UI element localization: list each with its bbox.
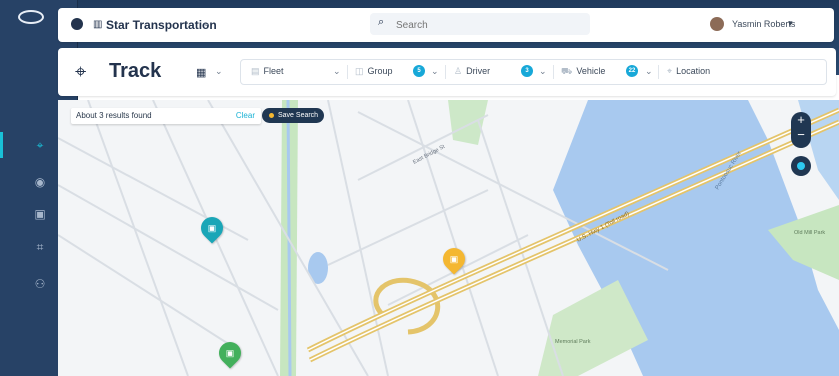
save-search-dot-icon bbox=[269, 113, 274, 118]
user-name[interactable]: Yasmin Roberts bbox=[732, 19, 795, 29]
save-search-button[interactable]: Save Search bbox=[262, 108, 324, 123]
brand-badge-icon bbox=[71, 18, 83, 30]
monitor-sidebar-icon[interactable]: ▣ bbox=[34, 208, 46, 220]
vehicle-count-badge: 22 bbox=[626, 65, 638, 77]
user-menu-chevron-down-icon[interactable]: ▾ bbox=[788, 18, 793, 29]
user-avatar[interactable] bbox=[710, 17, 724, 31]
map-results-search[interactable]: About 3 results found Clear bbox=[71, 108, 261, 124]
group-chevron-down-icon[interactable]: ⌄ bbox=[431, 66, 439, 77]
location-group-icon: ⌖ bbox=[75, 61, 87, 83]
filter-bar: ▤ Fleet ⌄ ◫ Group 5 ⌄ ♙ Driver 3 ⌄ ⛟ Vehicle… bbox=[240, 59, 827, 85]
driver-count-badge: 3 bbox=[521, 65, 533, 77]
network-sidebar-icon[interactable]: ⌗ bbox=[34, 241, 46, 253]
top-navigation-bar: ▥ Star Transportation ⌄ ⌕ Yasmin Roberts… bbox=[58, 8, 834, 42]
street-map[interactable]: U.S. Hwy 1 (Toll road) East Bridge St Po… bbox=[58, 100, 839, 376]
fleet-chevron-down-icon[interactable]: ⌄ bbox=[333, 66, 341, 77]
filter-label: Vehicle bbox=[576, 66, 606, 76]
filter-label: Driver bbox=[466, 66, 491, 76]
filter-group[interactable]: ◫ Group bbox=[355, 66, 393, 77]
filter-location[interactable]: ⌖ Location bbox=[667, 66, 710, 77]
driver-icon: ♙ bbox=[454, 66, 463, 76]
track-sidebar-icon[interactable]: ⌖ bbox=[34, 139, 46, 151]
driver-chevron-down-icon[interactable]: ⌄ bbox=[539, 66, 547, 77]
users-sidebar-icon[interactable]: ⚇ bbox=[34, 278, 46, 290]
car-icon: ▣ bbox=[449, 254, 459, 264]
vehicle-icon: ⛟ bbox=[561, 66, 573, 76]
save-search-label: Save Search bbox=[278, 112, 319, 119]
pin-icon: ⌖ bbox=[667, 66, 673, 76]
filter-fleet[interactable]: ▤ Fleet bbox=[251, 66, 284, 77]
car-icon: ▣ bbox=[225, 348, 235, 358]
results-count: About 3 results found bbox=[76, 111, 152, 120]
locate-button[interactable] bbox=[791, 156, 811, 176]
zoom-out-button[interactable]: − bbox=[791, 127, 811, 142]
filter-divider bbox=[347, 65, 348, 79]
group-count-badge: 5 bbox=[413, 65, 425, 77]
filter-divider bbox=[445, 65, 446, 79]
filter-driver[interactable]: ♙ Driver bbox=[454, 66, 490, 77]
locate-icon bbox=[797, 162, 805, 170]
park-label: Old Mill Park bbox=[794, 230, 825, 236]
global-search-input[interactable] bbox=[394, 15, 578, 35]
page-title: Track bbox=[109, 60, 162, 82]
grid-view-icon[interactable]: ▦ bbox=[196, 66, 206, 79]
car-icon: ▣ bbox=[207, 223, 217, 233]
global-search[interactable]: ⌕ bbox=[370, 13, 590, 35]
filter-label: Fleet bbox=[263, 66, 284, 76]
memorial-park-label: Memorial Park bbox=[555, 339, 591, 345]
company-chevron-down-icon[interactable]: ⌄ bbox=[202, 18, 210, 29]
group-icon: ◫ bbox=[355, 66, 364, 76]
gauge-sidebar-icon[interactable]: ◉ bbox=[34, 176, 46, 188]
filter-divider bbox=[658, 65, 659, 79]
view-chevron-down-icon[interactable]: ⌄ bbox=[215, 66, 223, 77]
filter-vehicle[interactable]: ⛟ Vehicle bbox=[561, 66, 605, 78]
track-page: ⌖ ◉ ▣ ⌗ ⚇ ▥ Star Transportation ⌄ ⌕ Yasm… bbox=[0, 0, 839, 376]
filter-label: Group bbox=[367, 66, 393, 76]
active-sidebar-indicator bbox=[0, 132, 3, 158]
map-canvas[interactable]: U.S. Hwy 1 (Toll road) East Bridge St Po… bbox=[58, 100, 839, 376]
clear-button[interactable]: Clear bbox=[236, 111, 255, 120]
company-logo-icon[interactable] bbox=[18, 10, 44, 24]
filter-label: Location bbox=[676, 66, 711, 76]
search-icon: ⌕ bbox=[378, 16, 385, 28]
fleet-icon: ▤ bbox=[251, 66, 260, 76]
track-header-bar: ⌖ Track ▦ ⌄ ▤ Fleet ⌄ ◫ Group 5 ⌄ ♙ Driver … bbox=[58, 48, 836, 96]
zoom-in-button[interactable]: + bbox=[791, 112, 811, 127]
filter-divider bbox=[553, 65, 554, 79]
company-name[interactable]: Star Transportation bbox=[106, 18, 217, 32]
zoom-controls[interactable]: + − bbox=[791, 112, 811, 148]
vehicle-chevron-down-icon[interactable]: ⌄ bbox=[645, 66, 653, 77]
building-icon: ▥ bbox=[93, 19, 103, 30]
